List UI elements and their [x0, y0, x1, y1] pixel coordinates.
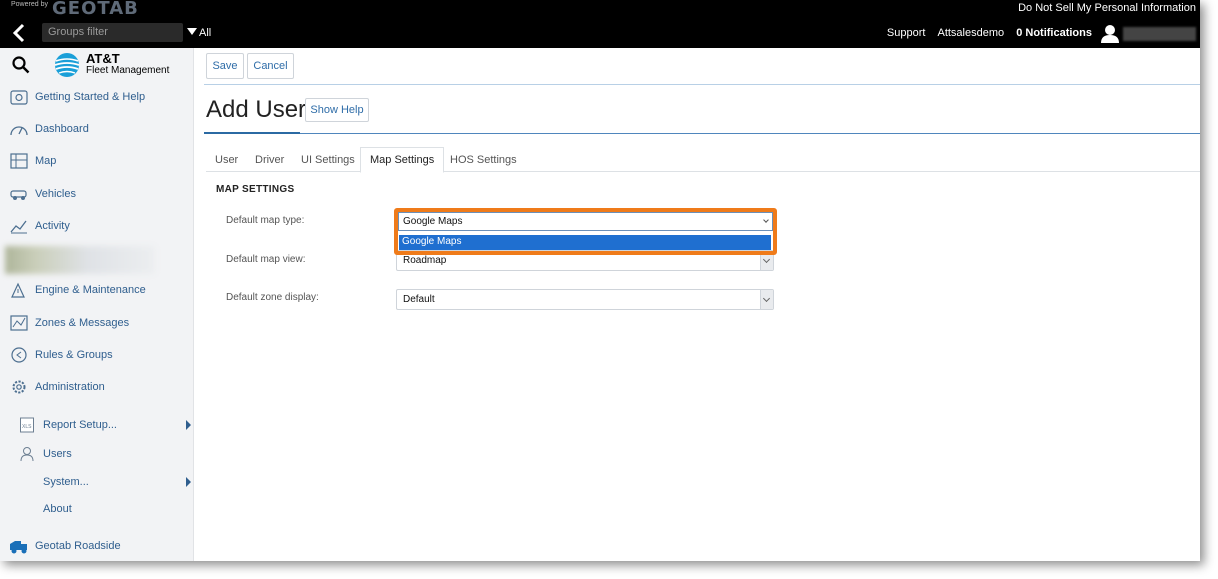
brand-line-2: Fleet Management	[86, 65, 170, 76]
sidebar-item-label: Dashboard	[35, 123, 89, 135]
sidebar-subitem-report-setup[interactable]: XLS Report Setup...	[0, 414, 194, 436]
save-button[interactable]: Save	[206, 53, 244, 79]
tab-map-settings[interactable]: Map Settings	[360, 147, 445, 173]
geotab-logo: GEOTAB	[52, 0, 139, 19]
main-content: Save Cancel Add User Show Help User Driv…	[194, 48, 1200, 561]
highlight-box	[394, 208, 777, 255]
sidebar-item-label: Getting Started & Help	[35, 91, 146, 103]
map-type-label: Default map type:	[226, 215, 305, 226]
gear-icon	[12, 380, 26, 394]
engine-icon	[11, 282, 25, 298]
notifications-link[interactable]: 0 Notifications	[1016, 27, 1092, 39]
user-avatar-icon[interactable]	[1100, 24, 1120, 43]
chevron-right-icon	[186, 477, 191, 487]
groups-filter-input[interactable]: Groups filter	[42, 23, 183, 42]
activity-icon	[10, 220, 27, 234]
brand-name: AT&T Fleet Management	[86, 51, 170, 77]
top-bar: Powered by GEOTAB Do Not Sell My Persona…	[0, 0, 1200, 48]
tab-hos-settings[interactable]: HOS Settings	[450, 147, 517, 172]
title-underline	[204, 132, 300, 134]
sidebar-item-label: Activity	[35, 220, 70, 232]
back-arrow-icon[interactable]	[10, 23, 28, 43]
triangle-down-icon	[187, 28, 197, 35]
sidebar-subitem-label: System...	[43, 476, 89, 488]
xls-file-icon: XLS	[20, 417, 34, 433]
support-link[interactable]: Support	[887, 27, 926, 39]
sidebar-item-label: Zones & Messages	[35, 317, 130, 329]
do-not-sell-link[interactable]: Do Not Sell My Personal Information	[1018, 2, 1196, 14]
groups-scope-dropdown[interactable]: All	[187, 27, 211, 39]
sidebar-item-label: Vehicles	[35, 188, 76, 200]
toolbar-divider	[204, 84, 1200, 85]
sidebar-item-label: Map	[35, 155, 57, 167]
zone-display-select[interactable]: Default	[396, 289, 774, 310]
roadside-truck-icon	[10, 541, 27, 554]
settings-tabs: User Driver UI Settings Map Settings HOS…	[206, 147, 1200, 173]
sidebar-item-geotab-roadside[interactable]: Geotab Roadside	[0, 533, 194, 559]
account-link[interactable]: Attsalesdemo	[937, 27, 1004, 39]
top-links: Support Attsalesdemo 0 Notifications	[878, 27, 1092, 39]
groups-scope-label: All	[199, 27, 212, 39]
redacted-sidebar-item	[5, 246, 155, 274]
zone-display-label: Default zone display:	[226, 292, 319, 303]
sidebar-item-administration[interactable]: Administration	[0, 374, 194, 400]
sidebar-item-engine-maintenance[interactable]: Engine & Maintenance	[0, 277, 194, 303]
map-view-label: Default map view:	[226, 254, 306, 265]
sidebar-item-activity[interactable]: Activity	[0, 213, 194, 239]
brand-line-1: AT&T	[86, 51, 120, 66]
sidebar-item-map[interactable]: Map	[0, 148, 194, 174]
username-redacted	[1123, 27, 1196, 41]
sidebar-subitem-label: Users	[43, 448, 72, 460]
rules-icon	[11, 347, 27, 363]
sidebar-item-label: Rules & Groups	[35, 349, 113, 361]
user-icon	[20, 447, 34, 462]
svg-text:XLS: XLS	[22, 424, 32, 430]
sidebar: AT&T Fleet Management Getting Started & …	[0, 48, 194, 561]
sidebar-subitem-about[interactable]: About	[0, 498, 194, 520]
app-window: Powered by GEOTAB Do Not Sell My Persona…	[0, 0, 1200, 561]
sidebar-item-dashboard[interactable]: Dashboard	[0, 116, 194, 142]
zone-display-value: Default	[403, 294, 435, 305]
cancel-button[interactable]: Cancel	[247, 53, 294, 79]
sidebar-item-label: Administration	[35, 381, 105, 393]
map-view-value: Roadmap	[403, 255, 447, 266]
zones-icon	[10, 315, 28, 331]
dashboard-icon	[10, 126, 28, 136]
sidebar-subitem-label: About	[43, 503, 72, 515]
chevron-right-icon	[186, 420, 191, 430]
sidebar-item-label: Engine & Maintenance	[35, 284, 146, 296]
sidebar-item-getting-started[interactable]: Getting Started & Help	[0, 84, 194, 110]
title-divider	[300, 133, 1200, 134]
att-globe-logo	[54, 53, 80, 77]
tab-user[interactable]: User	[215, 147, 238, 172]
vehicle-icon	[10, 190, 27, 200]
help-icon	[10, 90, 28, 105]
chevron-down-icon	[760, 290, 773, 309]
sidebar-item-vehicles[interactable]: Vehicles	[0, 181, 194, 207]
map-icon	[10, 153, 28, 169]
section-title: MAP SETTINGS	[216, 184, 295, 195]
sidebar-subitem-label: Report Setup...	[43, 419, 117, 431]
sidebar-item-label: Geotab Roadside	[35, 540, 121, 552]
sidebar-subitem-users[interactable]: Users	[0, 443, 194, 465]
powered-by-label: Powered by	[11, 1, 48, 8]
tab-driver[interactable]: Driver	[255, 147, 284, 172]
search-icon[interactable]	[12, 56, 30, 74]
tab-ui-settings[interactable]: UI Settings	[301, 147, 355, 172]
sidebar-item-rules-groups[interactable]: Rules & Groups	[0, 342, 194, 368]
sidebar-subitem-system[interactable]: System...	[0, 471, 194, 493]
page-title: Add User	[206, 96, 307, 123]
show-help-button[interactable]: Show Help	[305, 98, 369, 122]
sidebar-item-zones-messages[interactable]: Zones & Messages	[0, 310, 194, 336]
